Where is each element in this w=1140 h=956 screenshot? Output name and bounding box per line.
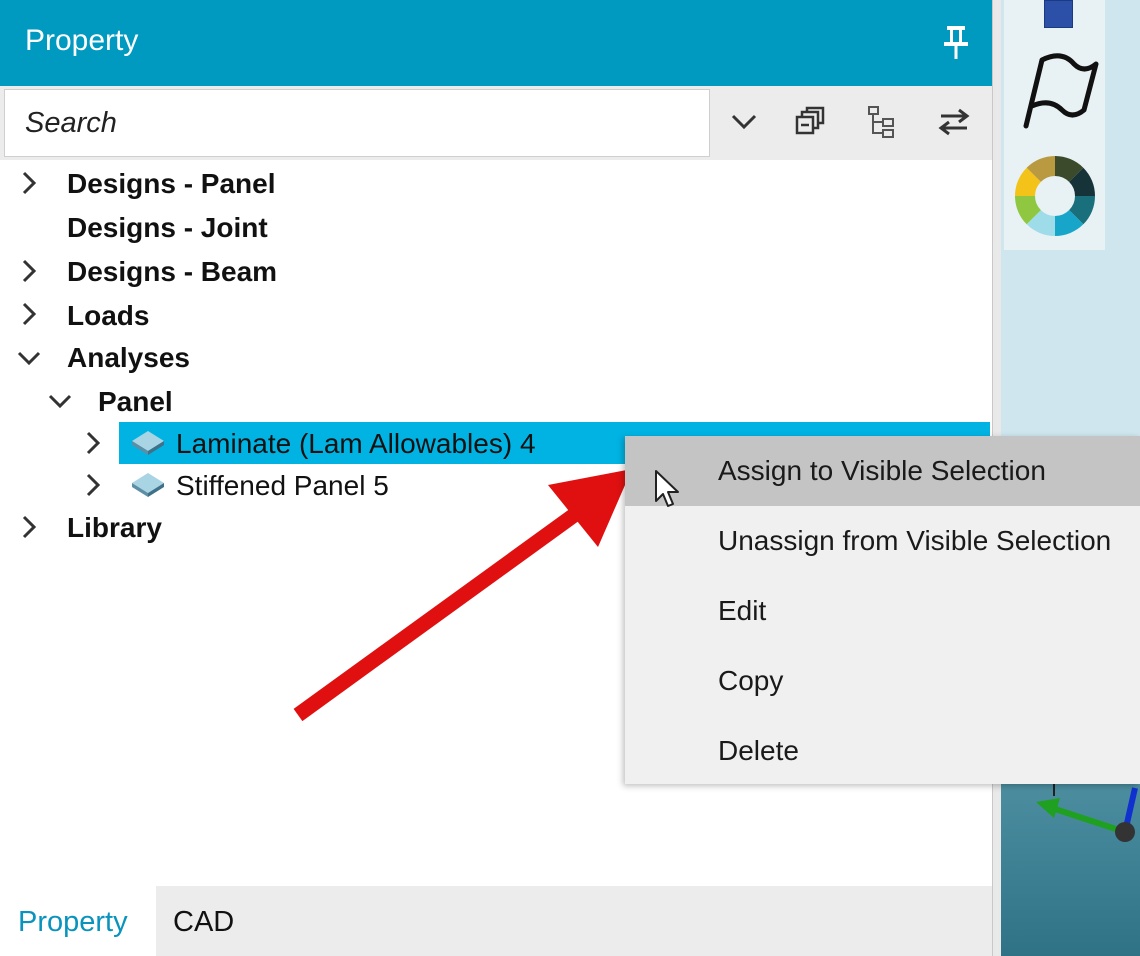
menu-item-label: Unassign from Visible Selection	[718, 525, 1112, 556]
tree-view-button[interactable]	[860, 100, 904, 144]
tree-item-label: Analyses	[67, 342, 190, 373]
menu-item-assign[interactable]: Assign to Visible Selection	[625, 436, 1140, 506]
chevron-right-icon[interactable]	[16, 258, 42, 284]
tree-item-library[interactable]: Library	[67, 507, 162, 549]
chevron-right-icon[interactable]	[16, 514, 42, 540]
chevron-down-icon[interactable]	[47, 388, 73, 414]
menu-item-label: Edit	[718, 595, 767, 626]
mouse-cursor-icon	[655, 470, 679, 507]
tree-item-label: Library	[67, 512, 162, 543]
tab-cad-label[interactable]: CAD	[173, 906, 234, 939]
display-mode-icon[interactable]	[1044, 0, 1073, 28]
tree-item-designs-joint[interactable]: Designs - Joint	[67, 207, 268, 249]
chevron-right-icon[interactable]	[80, 430, 106, 456]
flag-icon[interactable]	[1016, 50, 1100, 130]
menu-item-label: Copy	[718, 665, 784, 696]
menu-item-copy[interactable]: Copy	[625, 646, 1140, 716]
tree-item-label: Loads	[67, 300, 150, 331]
menu-item-label: Assign to Visible Selection	[718, 455, 1046, 486]
tree-item-label: Panel	[98, 386, 173, 417]
color-wheel-icon[interactable]	[1014, 155, 1096, 237]
collapse-all-icon	[795, 106, 825, 135]
tree-item-panel[interactable]: Panel	[98, 381, 173, 423]
tree-item-label: Designs - Beam	[67, 256, 278, 287]
tree-item-label: Designs - Joint	[67, 212, 268, 243]
chevron-right-icon[interactable]	[16, 170, 42, 196]
menu-item-edit[interactable]: Edit	[625, 576, 1140, 646]
tree-item-designs-panel[interactable]: Designs - Panel	[67, 163, 276, 205]
collapse-all-button[interactable]	[788, 100, 832, 144]
menu-item-delete[interactable]: Delete	[625, 716, 1140, 786]
panel-titlebar: Property	[0, 0, 992, 86]
tree-item-analyses[interactable]: Analyses	[67, 337, 190, 379]
chevron-down-icon[interactable]	[16, 345, 42, 371]
pin-icon[interactable]	[940, 24, 972, 60]
tree-item-label: Designs - Panel	[67, 168, 276, 199]
annotation-arrow	[293, 469, 632, 722]
panel-title: Property	[25, 24, 139, 57]
swap-button[interactable]	[932, 100, 976, 144]
chevron-right-icon[interactable]	[80, 472, 106, 498]
laminate-icon	[132, 473, 164, 497]
chevron-down-icon	[731, 114, 757, 130]
laminate-icon	[132, 431, 164, 455]
chevron-right-icon[interactable]	[16, 301, 42, 327]
search-dropdown-button[interactable]	[722, 100, 766, 144]
search-input[interactable]	[5, 90, 709, 156]
context-menu: Assign to Visible Selection Unassign fro…	[625, 436, 1140, 784]
tab-property-label[interactable]: Property	[18, 906, 128, 939]
menu-item-label: Delete	[718, 735, 799, 766]
search-field[interactable]	[4, 89, 710, 157]
menu-item-unassign[interactable]: Unassign from Visible Selection	[625, 506, 1140, 576]
tree-item-loads[interactable]: Loads	[67, 295, 149, 337]
search-toolbar	[0, 86, 992, 160]
tree-hierarchy-icon	[868, 106, 894, 138]
tree-item-designs-beam[interactable]: Designs - Beam	[67, 251, 277, 293]
swap-arrows-icon	[938, 108, 970, 136]
